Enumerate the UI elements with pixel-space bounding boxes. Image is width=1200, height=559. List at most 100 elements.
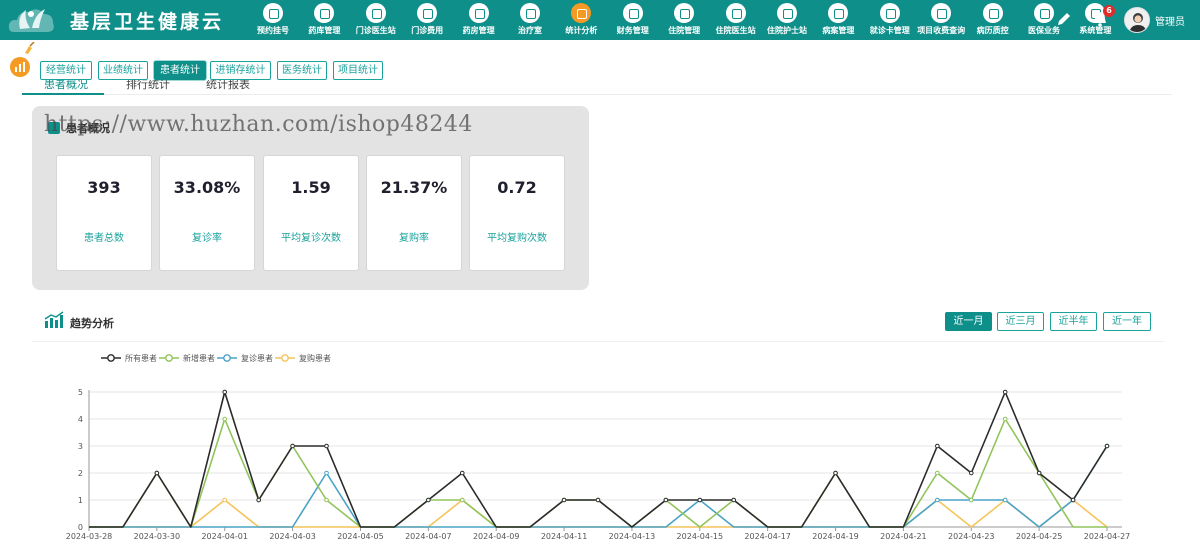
data-point [1070,497,1076,503]
stat-value: 1.59 [291,178,331,197]
legend-swatch [275,354,295,362]
x-tick-label: 2024-04-25 [1016,532,1063,541]
data-point [663,497,669,503]
data-point [324,470,329,476]
x-tick-label: 2024-04-01 [201,532,248,541]
data-point [935,443,940,449]
stat-label: 平均复购次数 [487,233,547,244]
stat-value: 393 [87,178,121,197]
stat-label: 复购率 [399,233,429,244]
trend-line-chart: 0 1 2 3 4 5 2024-03-28 2024-03-30 2024-04-01 2024… [66,388,1131,541]
nav-module-icon [828,3,849,23]
subtab-patient-overview[interactable]: 患者概况 [44,80,88,92]
top-header: 基层卫生健康云 预约挂号 药库管理 门诊医生站 门诊费用 药房管理 治疗室 统计分析 财务管理… [0,0,1200,40]
legend-label: 复购患者 [299,354,331,363]
data-point [561,497,567,503]
nav-module-icon [520,3,540,23]
stat-card: 0.72 平均复购次数 [469,155,565,271]
stat-card: 33.08% 复诊率 [159,155,255,271]
data-point [459,470,465,476]
x-tick-label: 2024-04-03 [269,532,316,541]
x-tick-label: 2024-03-30 [134,532,181,541]
legend-swatch [101,354,121,362]
data-point [1002,389,1008,395]
x-tick-label: 2024-04-13 [609,532,656,541]
data-point [426,497,431,503]
data-point [935,470,940,476]
stat-label: 平均复诊次数 [281,233,341,244]
data-point [1002,416,1008,422]
tab-stat-category[interactable]: 医务统计 [277,61,327,80]
y-tick-label: 1 [78,496,83,505]
data-point [833,470,838,476]
stats-module-icon [10,57,30,77]
data-point [459,497,465,503]
legend-label: 复诊患者 [241,354,273,363]
data-point [1002,497,1008,503]
nav-module-icon [725,3,746,23]
x-tick-label: 2024-04-17 [744,532,791,541]
notification-badge: 6 [1103,5,1115,17]
legend-swatch [159,354,179,362]
y-tick-label: 5 [78,388,83,397]
user-avatar[interactable] [1124,7,1150,33]
time-range-button[interactable]: 近一年 [1103,312,1151,331]
y-tick-label: 4 [78,415,83,424]
time-range-button[interactable]: 近三月 [997,312,1044,331]
x-tick-label: 2024-04-07 [405,532,452,541]
stat-value: 0.72 [497,178,537,197]
data-point [324,443,329,449]
x-tick-label: 2024-04-27 [1084,532,1131,541]
subtab-report[interactable]: 统计报表 [206,80,250,92]
tab-stat-category[interactable]: 项目统计 [333,61,383,80]
trend-chart-icon [44,311,64,328]
clear-cache-icon[interactable] [22,42,36,54]
x-tick-label: 2024-04-15 [677,532,724,541]
nav-module-icon [931,3,952,23]
nav-module-icon [982,3,1003,23]
brand-title: 基层卫生健康云 [70,11,225,33]
x-tick-label: 2024-04-23 [948,532,995,541]
legend-label: 新增患者 [183,354,215,363]
stat-card: 393 患者总数 [56,155,152,271]
data-point [595,497,601,503]
cloud-logo-icon [8,9,54,32]
nav-module-icon [622,3,643,23]
person-avatar-icon [1129,13,1147,32]
nav-module-icon [468,3,489,23]
x-tick-label: 2024-03-28 [66,532,113,541]
stat-label: 复诊率 [192,233,222,244]
tab-stat-category[interactable]: 患者统计 [154,61,206,80]
time-range-button[interactable]: 近半年 [1050,312,1097,331]
subtab-active-indicator [22,93,104,95]
nav-module-icon [777,3,797,23]
time-range-button[interactable]: 近一月 [945,312,992,331]
x-tick-label: 2024-04-19 [812,532,859,541]
data-point [222,416,228,422]
edit-pencil-icon[interactable] [1054,9,1074,29]
nav-module-icon [571,3,592,23]
subtab-ranking[interactable]: 排行统计 [126,80,170,92]
stat-value: 21.37% [380,178,448,197]
data-point [222,497,228,503]
nav-module-icon [314,3,335,23]
data-point [154,470,160,476]
data-point [324,497,329,503]
data-point [1104,443,1110,449]
tab-stat-category[interactable]: 进销存统计 [210,61,271,80]
y-tick-label: 2 [78,469,83,478]
nav-module-icon [1034,3,1054,23]
stat-card: 21.37% 复购率 [366,155,462,271]
nav-module-icon [879,3,900,23]
data-point [697,497,703,503]
y-tick-label: 3 [78,442,83,451]
data-point [731,497,737,503]
nav-module-icon [365,3,386,23]
y-tick-label: 0 [78,523,83,532]
tab-stat-category[interactable]: 经营统计 [40,61,92,80]
tab-stat-category[interactable]: 业绩统计 [98,61,148,80]
legend-swatch [217,354,237,362]
user-name[interactable]: 管理员 [1155,13,1185,28]
trend-divider [32,341,1164,342]
series-line [89,499,1108,528]
